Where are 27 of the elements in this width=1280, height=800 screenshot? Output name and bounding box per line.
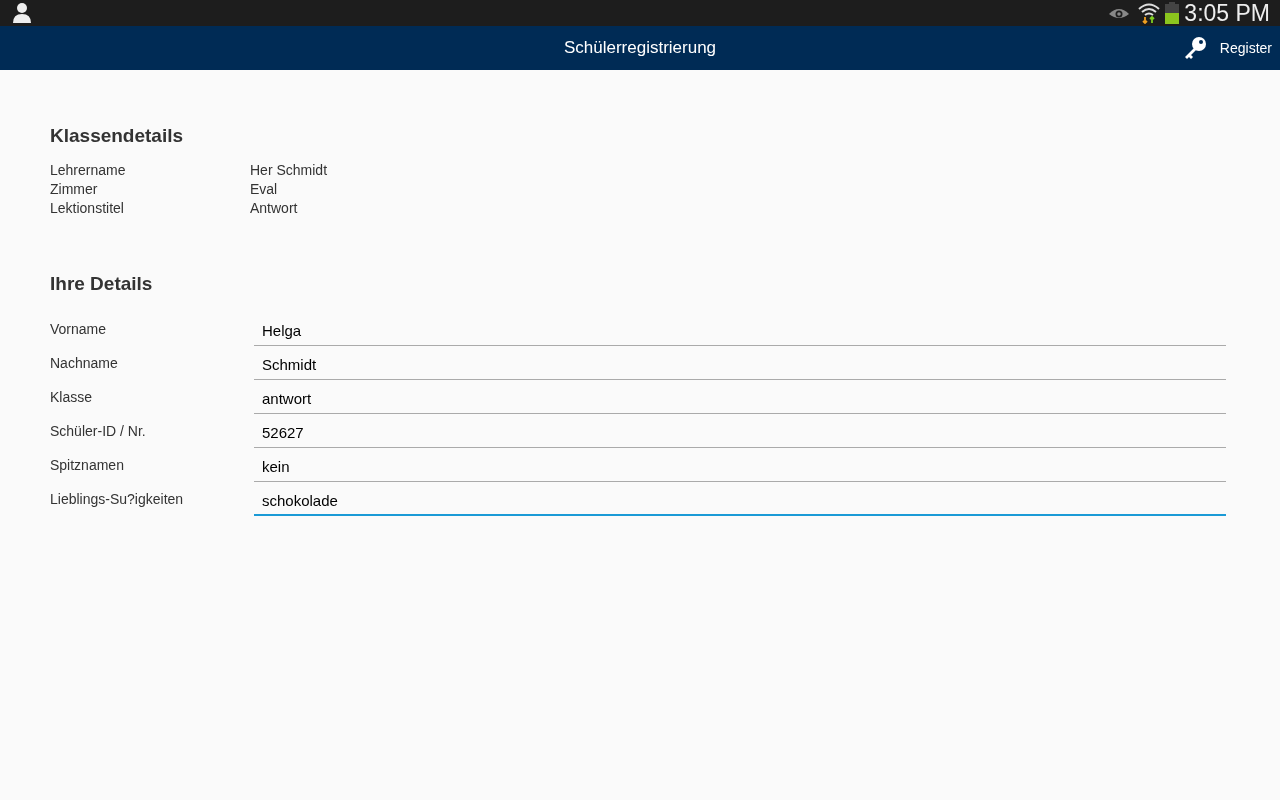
text-field[interactable]: schokolade [254,486,1226,516]
section-heading: Ihre Details [50,271,154,296]
field-label: Nachname [50,354,119,373]
section-heading: Klassendetails [50,124,185,148]
eye-icon [1108,6,1131,20]
field-label: Lieblings-Su?igkeiten [50,490,185,509]
battery-icon [1164,2,1181,24]
detail-label: Lehrername [50,160,127,180]
register-button[interactable]: Register [1173,26,1280,70]
detail-label: Lektionstitel [50,198,125,218]
detail-value: Her Schmidt [250,160,328,180]
field-label: Klasse [50,388,94,407]
field-label: Spitznamen [50,456,125,475]
text-field[interactable]: kein [254,452,1226,482]
clock-time: 3:05 PM [1184,1,1270,25]
text-field[interactable]: antwort [254,384,1226,414]
text-field[interactable]: Schmidt [254,350,1226,380]
detail-value: Antwort [250,198,298,218]
field-label: Schüler-ID / Nr. [50,422,147,441]
text-field[interactable]: Helga [254,316,1226,346]
field-label: Vorname [50,320,108,339]
person-icon [12,2,32,24]
wifi-icon [1138,2,1161,24]
text-field[interactable]: 52627 [254,418,1226,448]
detail-value: Eval [250,179,278,199]
detail-label: Zimmer [50,179,99,199]
page-title: Schülerregistrierung [563,37,717,60]
